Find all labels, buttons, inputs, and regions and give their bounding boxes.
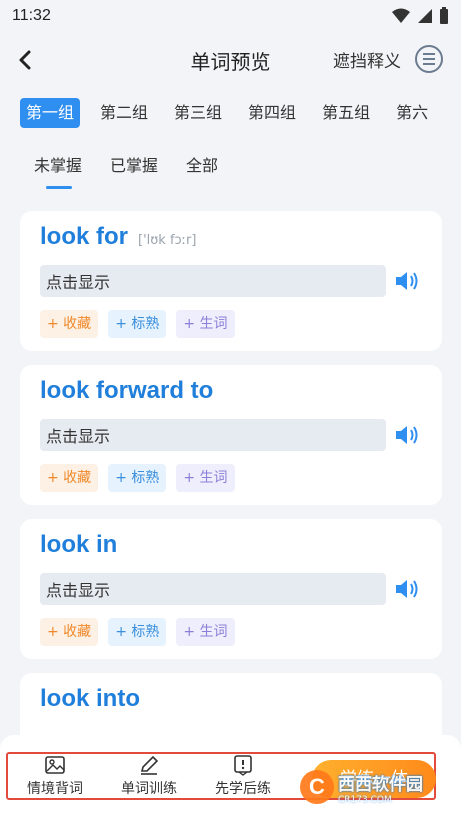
- word-card: look forward to 点击显示 + 收藏 + 标熟 + 生词: [20, 365, 442, 505]
- phonetic-text: ['lʊk fɔːr]: [138, 233, 197, 248]
- word-text: look for: [40, 223, 128, 250]
- add-favorite-button[interactable]: + 收藏: [40, 310, 99, 338]
- menu-icon[interactable]: [415, 45, 443, 73]
- nav-context-words[interactable]: 情境背词: [8, 754, 102, 798]
- speaker-icon[interactable]: [394, 424, 420, 446]
- mask-definition-button[interactable]: 遮挡释义: [333, 47, 401, 72]
- tab-mastered[interactable]: 已掌握: [110, 152, 158, 176]
- group-tab-5[interactable]: 第五组: [316, 98, 376, 128]
- wifi-icon: [392, 8, 410, 23]
- word-card: look in 点击显示 + 收藏 + 标熟 + 生词: [20, 519, 442, 659]
- mastery-tabs: 未掌握 已掌握 全部: [34, 152, 218, 189]
- image-icon: [45, 756, 65, 774]
- mark-known-button[interactable]: + 标熟: [108, 618, 167, 646]
- reveal-definition-box[interactable]: 点击显示: [40, 573, 386, 605]
- speaker-icon[interactable]: [394, 270, 420, 292]
- tab-all[interactable]: 全部: [186, 152, 218, 176]
- signal-icon: [418, 9, 432, 23]
- add-new-word-button[interactable]: + 生词: [176, 618, 235, 646]
- group-tab-3[interactable]: 第三组: [168, 98, 228, 128]
- speaker-icon[interactable]: [394, 578, 420, 600]
- status-time: 11:32: [12, 7, 51, 24]
- reveal-definition-box[interactable]: 点击显示: [40, 265, 386, 297]
- watermark-title: 西西软件园: [338, 774, 423, 795]
- group-tab-6[interactable]: 第六: [390, 98, 434, 128]
- alert-book-icon: [234, 755, 252, 776]
- word-text: look into: [40, 685, 140, 712]
- status-bar: 11:32: [0, 0, 461, 32]
- nav-label: 单词训练: [121, 781, 177, 797]
- word-card: look for ['lʊk fɔːr] 点击显示 + 收藏 + 标熟 + 生词: [20, 211, 442, 351]
- header: 单词预览 遮挡释义: [0, 38, 461, 82]
- tab-unmastered[interactable]: 未掌握: [34, 152, 82, 189]
- nav-learn-then-practice[interactable]: 先学后练: [196, 754, 290, 798]
- site-watermark: C 西西软件园 CR173.COM: [300, 770, 450, 805]
- watermark-sub: CR173.COM: [338, 794, 392, 805]
- mark-known-button[interactable]: + 标熟: [108, 310, 167, 338]
- nav-label: 情境背词: [27, 781, 83, 797]
- add-new-word-button[interactable]: + 生词: [176, 310, 235, 338]
- group-tabs: 第一组 第二组 第三组 第四组 第五组 第六: [20, 98, 448, 130]
- battery-icon: [440, 7, 448, 24]
- reveal-definition-box[interactable]: 点击显示: [40, 419, 386, 451]
- group-tab-4[interactable]: 第四组: [242, 98, 302, 128]
- add-favorite-button[interactable]: + 收藏: [40, 618, 99, 646]
- group-tab-1[interactable]: 第一组: [20, 98, 81, 128]
- mark-known-button[interactable]: + 标熟: [108, 464, 167, 492]
- group-tab-2[interactable]: 第二组: [94, 98, 154, 128]
- word-text: look forward to: [40, 377, 214, 404]
- watermark-logo: C: [300, 770, 334, 804]
- nav-word-training[interactable]: 单词训练: [102, 754, 196, 798]
- nav-label: 先学后练: [215, 781, 271, 797]
- add-new-word-button[interactable]: + 生词: [176, 464, 235, 492]
- add-favorite-button[interactable]: + 收藏: [40, 464, 99, 492]
- pencil-icon: [140, 755, 159, 775]
- word-text: look in: [40, 531, 118, 558]
